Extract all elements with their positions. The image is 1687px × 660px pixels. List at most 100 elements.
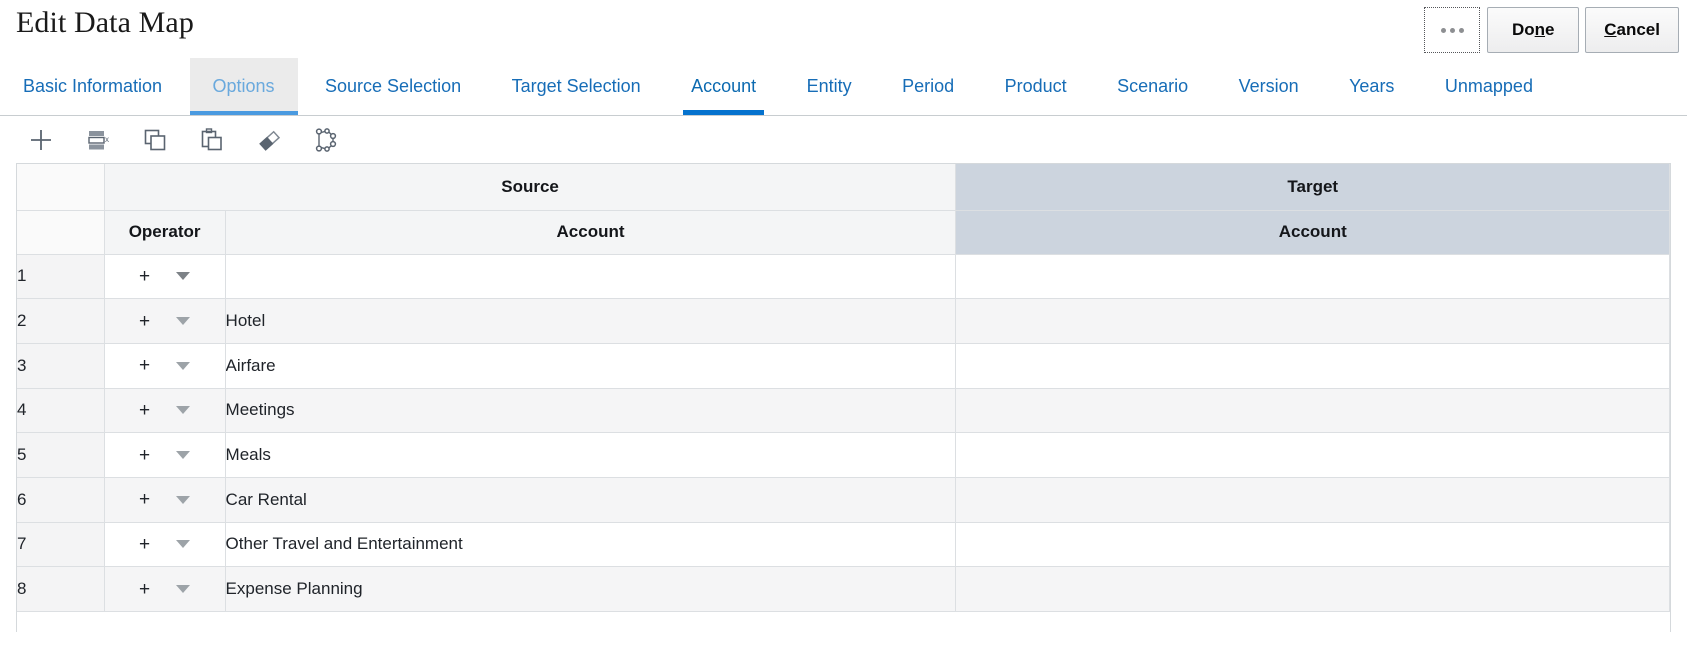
grid-body: 1 + 2 + Hotel	[17, 254, 1670, 612]
operator-value: +	[139, 535, 150, 554]
svg-text:x: x	[105, 135, 109, 144]
target-account-cell[interactable]	[956, 522, 1670, 567]
tab-label: Source Selection	[325, 76, 461, 97]
tab-entity[interactable]: Entity	[784, 58, 875, 115]
operator-cell[interactable]: +	[104, 477, 225, 522]
tab-label: Target Selection	[512, 76, 641, 97]
operator-value: +	[139, 356, 150, 375]
source-account-cell[interactable]: Expense Planning	[225, 567, 956, 612]
target-account-cell[interactable]	[956, 343, 1670, 388]
operator-cell[interactable]: +	[104, 299, 225, 344]
hierarchy-icon	[313, 127, 339, 153]
row-number-cell: 1	[17, 254, 104, 299]
tab-period[interactable]: Period	[879, 58, 977, 115]
copy-icon	[142, 127, 168, 153]
target-account-cell[interactable]	[956, 567, 1670, 612]
target-account-cell[interactable]	[956, 433, 1670, 478]
chevron-down-icon[interactable]	[176, 362, 190, 370]
group-header-target: Target	[956, 164, 1670, 210]
group-header-source: Source	[104, 164, 956, 210]
source-account-cell[interactable]: Other Travel and Entertainment	[225, 522, 956, 567]
operator-cell[interactable]: +	[104, 388, 225, 433]
operator-value: +	[139, 580, 150, 599]
tab-label: Years	[1349, 76, 1394, 97]
table-row[interactable]: 7 + Other Travel and Entertainment	[17, 522, 1670, 567]
ellipsis-icon	[1441, 28, 1464, 33]
target-account-cell[interactable]	[956, 254, 1670, 299]
table-row[interactable]: 3 + Airfare	[17, 343, 1670, 388]
row-number-cell: 2	[17, 299, 104, 344]
source-account-cell[interactable]: Meals	[225, 433, 956, 478]
tab-basic-information[interactable]: Basic Information	[0, 58, 185, 115]
target-account-cell[interactable]	[956, 477, 1670, 522]
tab-product[interactable]: Product	[982, 58, 1090, 115]
table-row[interactable]: 8 + Expense Planning	[17, 567, 1670, 612]
tab-label: Options	[213, 76, 275, 97]
operator-value: +	[139, 312, 150, 331]
chevron-down-icon[interactable]	[176, 317, 190, 325]
source-account-cell[interactable]: Airfare	[225, 343, 956, 388]
chevron-down-icon[interactable]	[176, 540, 190, 548]
chevron-down-icon[interactable]	[176, 496, 190, 504]
page-title: Edit Data Map	[16, 6, 194, 40]
column-header-source-account[interactable]: Account	[225, 210, 956, 254]
target-account-cell[interactable]	[956, 388, 1670, 433]
paste-icon-button[interactable]	[197, 125, 227, 155]
tab-label: Basic Information	[23, 76, 162, 97]
grid-group-header-row: Source Target	[17, 164, 1670, 210]
source-account-cell[interactable]: Car Rental	[225, 477, 956, 522]
tab-label: Unmapped	[1445, 76, 1533, 97]
tab-options[interactable]: Options	[190, 58, 298, 115]
add-icon-button[interactable]	[26, 125, 56, 155]
row-number-cell: 3	[17, 343, 104, 388]
tab-source-selection[interactable]: Source Selection	[302, 58, 484, 115]
operator-cell[interactable]: +	[104, 567, 225, 612]
chevron-down-icon[interactable]	[176, 585, 190, 593]
operator-value: +	[139, 446, 150, 465]
source-account-cell[interactable]: Hotel	[225, 299, 956, 344]
table-row[interactable]: 6 + Car Rental	[17, 477, 1670, 522]
tab-version[interactable]: Version	[1216, 58, 1322, 115]
table-row[interactable]: 2 + Hotel	[17, 299, 1670, 344]
operator-value: +	[139, 490, 150, 509]
table-row[interactable]: 4 + Meetings	[17, 388, 1670, 433]
add-icon	[28, 127, 54, 153]
column-header-row-number	[17, 210, 104, 254]
tab-years[interactable]: Years	[1326, 58, 1417, 115]
cancel-button[interactable]: Cancel	[1585, 7, 1679, 53]
column-header-target-account[interactable]: Account	[956, 210, 1670, 254]
tab-label: Period	[902, 76, 954, 97]
tab-account[interactable]: Account	[668, 58, 779, 115]
page-header: Edit Data Map Done Cancel	[0, 0, 1687, 58]
table-row[interactable]: 1 +	[17, 254, 1670, 299]
tab-unmapped[interactable]: Unmapped	[1422, 58, 1556, 115]
source-account-cell[interactable]: Meetings	[225, 388, 956, 433]
overflow-menu-button[interactable]	[1424, 7, 1480, 53]
table-row[interactable]: 5 + Meals	[17, 433, 1670, 478]
erase-icon	[256, 127, 282, 153]
source-account-cell[interactable]	[225, 254, 956, 299]
header-actions: Done Cancel	[1424, 7, 1679, 53]
erase-icon-button[interactable]	[254, 125, 284, 155]
group-header-blank	[17, 164, 104, 210]
chevron-down-icon[interactable]	[176, 406, 190, 414]
operator-cell[interactable]: +	[104, 343, 225, 388]
tab-label: Version	[1239, 76, 1299, 97]
done-button[interactable]: Done	[1487, 7, 1579, 53]
chevron-down-icon[interactable]	[176, 451, 190, 459]
operator-value: +	[139, 401, 150, 420]
row-number-cell: 5	[17, 433, 104, 478]
operator-cell[interactable]: +	[104, 254, 225, 299]
chevron-down-icon[interactable]	[176, 272, 190, 280]
target-account-cell[interactable]	[956, 299, 1670, 344]
operator-cell[interactable]: +	[104, 522, 225, 567]
row-number-cell: 7	[17, 522, 104, 567]
hierarchy-icon-button[interactable]	[311, 125, 341, 155]
data-map-grid[interactable]: Source Target Operator Account Account 1…	[16, 163, 1671, 632]
delete-row-icon-button[interactable]: x	[83, 125, 113, 155]
column-header-operator[interactable]: Operator	[104, 210, 225, 254]
operator-cell[interactable]: +	[104, 433, 225, 478]
copy-icon-button[interactable]	[140, 125, 170, 155]
tab-scenario[interactable]: Scenario	[1094, 58, 1211, 115]
tab-target-selection[interactable]: Target Selection	[489, 58, 664, 115]
